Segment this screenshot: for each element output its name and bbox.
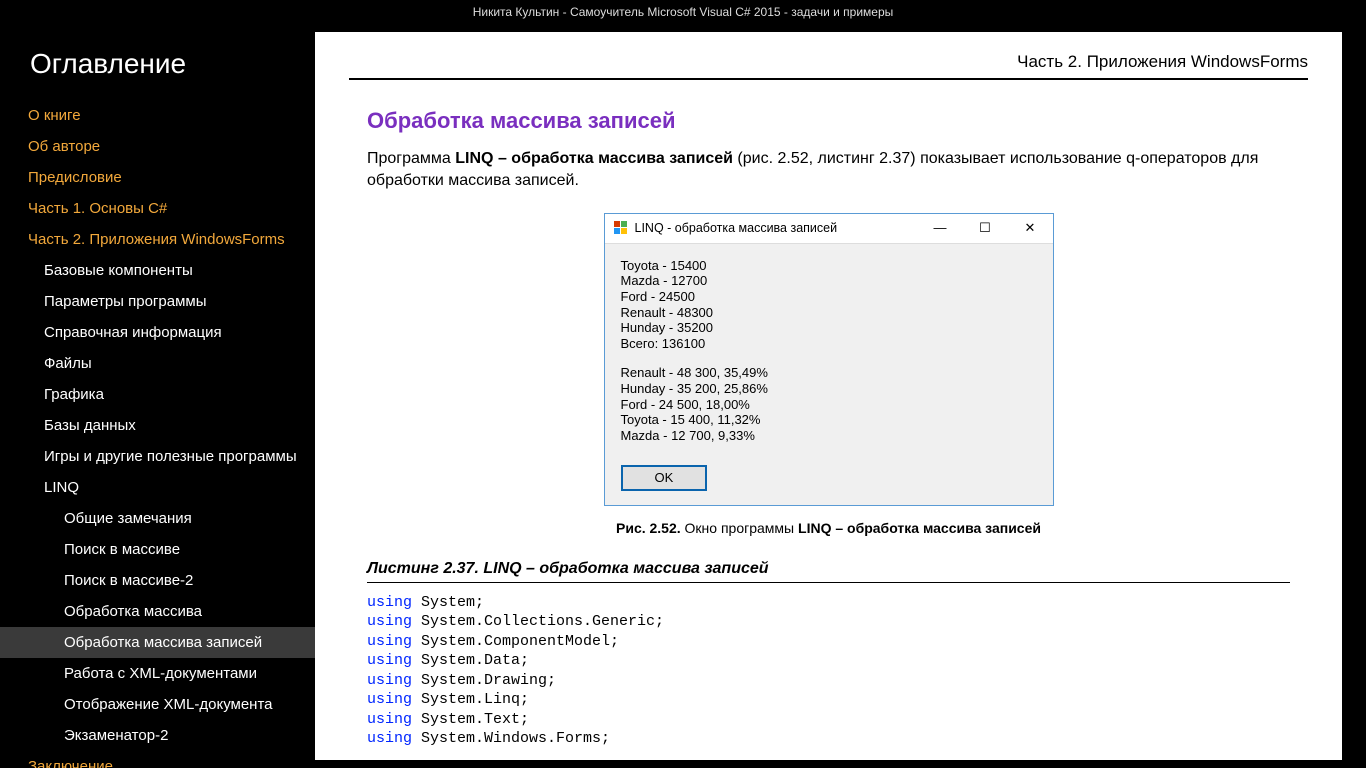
toc-item[interactable]: Экзаменатор-2 (0, 720, 315, 751)
toc-item[interactable]: Работа с XML-документами (0, 658, 315, 689)
listing-heading: Листинг 2.37. LINQ – обработка массива з… (367, 560, 1290, 583)
close-icon: ✕ (1008, 213, 1053, 243)
toc-item[interactable]: Об авторе (0, 131, 315, 162)
toc-item[interactable]: Справочная информация (0, 317, 315, 348)
example-window: LINQ - обработка массива записей — ☐ ✕ T… (604, 213, 1054, 506)
toc-item[interactable]: Отображение XML-документа (0, 689, 315, 720)
output-line: Renault - 48 300, 35,49% (621, 365, 1037, 381)
output-line: Mazda - 12700 (621, 273, 1037, 289)
maximize-icon: ☐ (963, 213, 1008, 243)
article-heading: Обработка массива записей (367, 108, 1290, 134)
ok-button: OK (621, 465, 708, 491)
toc-item[interactable]: Поиск в массиве-2 (0, 565, 315, 596)
toc-item[interactable]: Предисловие (0, 162, 315, 193)
app-icon (613, 220, 629, 236)
toc-item[interactable]: Параметры программы (0, 286, 315, 317)
toc-item[interactable]: Обработка массива записей (0, 627, 315, 658)
output-line: Hunday - 35200 (621, 320, 1037, 336)
output-line: Всего: 136100 (621, 336, 1037, 352)
output-line: Ford - 24 500, 18,00% (621, 397, 1037, 413)
output-line: Renault - 48300 (621, 305, 1037, 321)
code-listing: using System; using System.Collections.G… (367, 593, 1290, 760)
toc-item[interactable]: Общие замечания (0, 503, 315, 534)
figure-caption: Рис. 2.52. Окно программы LINQ – обработ… (367, 520, 1290, 536)
toc-item[interactable]: Часть 2. Приложения WindowsForms (0, 224, 315, 255)
output-line: Toyota - 15 400, 11,32% (621, 412, 1037, 428)
toc-heading: Оглавление (0, 40, 315, 100)
toc-item[interactable]: Игры и другие полезные программы (0, 441, 315, 472)
article-intro: Программа LINQ – обработка массива запис… (367, 148, 1290, 193)
toc-item[interactable]: Часть 1. Основы C# (0, 193, 315, 224)
toc-item[interactable]: Заключение (0, 751, 315, 768)
toc-item[interactable]: Графика (0, 379, 315, 410)
toc-item[interactable]: Базовые компоненты (0, 255, 315, 286)
page-header: Часть 2. Приложения WindowsForms (349, 52, 1308, 80)
toc-item[interactable]: Поиск в массиве (0, 534, 315, 565)
toc-item[interactable]: Файлы (0, 348, 315, 379)
toc-item[interactable]: Обработка массива (0, 596, 315, 627)
toc-item[interactable]: LINQ (0, 472, 315, 503)
example-window-title: LINQ - обработка массива записей (635, 221, 918, 235)
window-title: Никита Культин - Самоучитель Microsoft V… (0, 0, 1366, 24)
output-line: Hunday - 35 200, 25,86% (621, 381, 1037, 397)
output-block-1: Toyota - 15400Mazda - 12700Ford - 24500R… (621, 258, 1037, 352)
output-line: Toyota - 15400 (621, 258, 1037, 274)
toc-item[interactable]: Базы данных (0, 410, 315, 441)
content-area[interactable]: Часть 2. Приложения WindowsForms Обработ… (315, 32, 1342, 760)
output-line: Mazda - 12 700, 9,33% (621, 428, 1037, 444)
minimize-icon: — (918, 213, 963, 243)
output-line: Ford - 24500 (621, 289, 1037, 305)
toc-sidebar: Оглавление О книгеОб автореПредисловиеЧа… (0, 24, 315, 768)
toc-item[interactable]: О книге (0, 100, 315, 131)
output-block-2: Renault - 48 300, 35,49%Hunday - 35 200,… (621, 365, 1037, 443)
